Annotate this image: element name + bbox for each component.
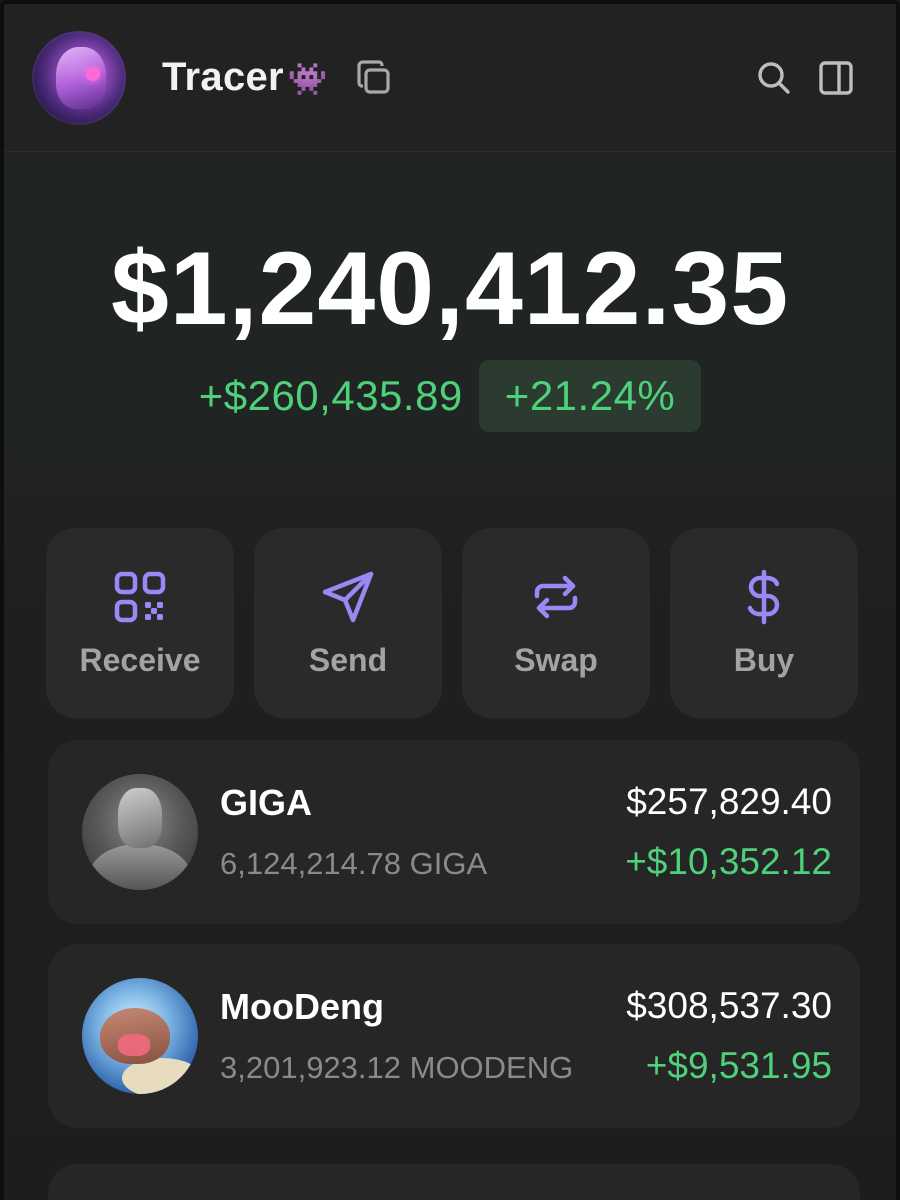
receive-button[interactable]: Receive [46, 528, 234, 718]
sidebar-toggle-icon[interactable] [816, 58, 856, 98]
buy-label: Buy [733, 641, 795, 678]
token-change: +$10,352.12 [625, 841, 832, 882]
swap-arrows-icon [534, 575, 578, 618]
action-buttons: Receive Send Swap Buy [46, 528, 858, 718]
giga-avatar-head [118, 788, 162, 848]
token-values: $257,829.40 +$10,352.12 [625, 781, 832, 883]
moodeng-avatar-mouth [118, 1034, 150, 1056]
token-amount: 3,201,923.12 MOODENG [220, 1050, 574, 1085]
token-value: $257,829.40 [626, 781, 832, 822]
token-row-moodeng[interactable]: MooDeng 3,201,923.12 MOODENG $308,537.30… [48, 944, 860, 1128]
token-values: $308,537.30 +$9,531.95 [626, 985, 832, 1087]
token-amount: 6,124,214.78 GIGA [220, 846, 488, 881]
giga-token-avatar [82, 774, 198, 890]
giga-avatar-body [90, 844, 190, 890]
wallet-app: Tracer 👾 $1,240,412.35 +$260,435.89 +21.2… [0, 0, 900, 1200]
token-row-partial[interactable] [48, 1164, 860, 1200]
swap-button[interactable]: Swap [462, 528, 650, 718]
token-info: GIGA 6,124,214.78 GIGA [220, 782, 625, 882]
total-balance: $1,240,412.35 [110, 231, 790, 347]
send-button[interactable]: Send [254, 528, 442, 718]
moodeng-token-avatar [82, 978, 198, 1094]
search-icon[interactable] [754, 58, 794, 98]
header-actions [754, 58, 856, 98]
token-info: MooDeng 3,201,923.12 MOODENG [220, 986, 626, 1086]
account-name[interactable]: Tracer 👾 [162, 55, 328, 100]
header: Tracer 👾 [4, 4, 896, 152]
profile-avatar[interactable] [32, 30, 126, 125]
buy-button[interactable]: Buy [670, 528, 858, 718]
send-label: Send [308, 641, 388, 678]
receive-label: Receive [79, 641, 201, 678]
token-row-giga[interactable]: GIGA 6,124,214.78 GIGA $257,829.40 +$10,… [48, 740, 860, 924]
dollar-icon [747, 569, 780, 624]
swap-label: Swap [514, 641, 598, 678]
token-change: +$9,531.95 [645, 1045, 832, 1086]
paper-plane-icon [322, 571, 374, 622]
copy-icon[interactable] [354, 58, 394, 98]
balance-change: +$260,435.89 +21.24% [4, 360, 896, 432]
qr-code-icon [114, 571, 166, 622]
change-amount: +$260,435.89 [198, 372, 463, 419]
change-percent-badge: +21.24% [478, 360, 702, 432]
token-value: $308,537.30 [626, 985, 832, 1026]
account-name-text: Tracer [162, 55, 284, 99]
alien-emoji: 👾 [287, 61, 329, 97]
token-name: GIGA [220, 782, 313, 823]
token-name: MooDeng [220, 986, 384, 1027]
avatar-eye [86, 66, 100, 81]
